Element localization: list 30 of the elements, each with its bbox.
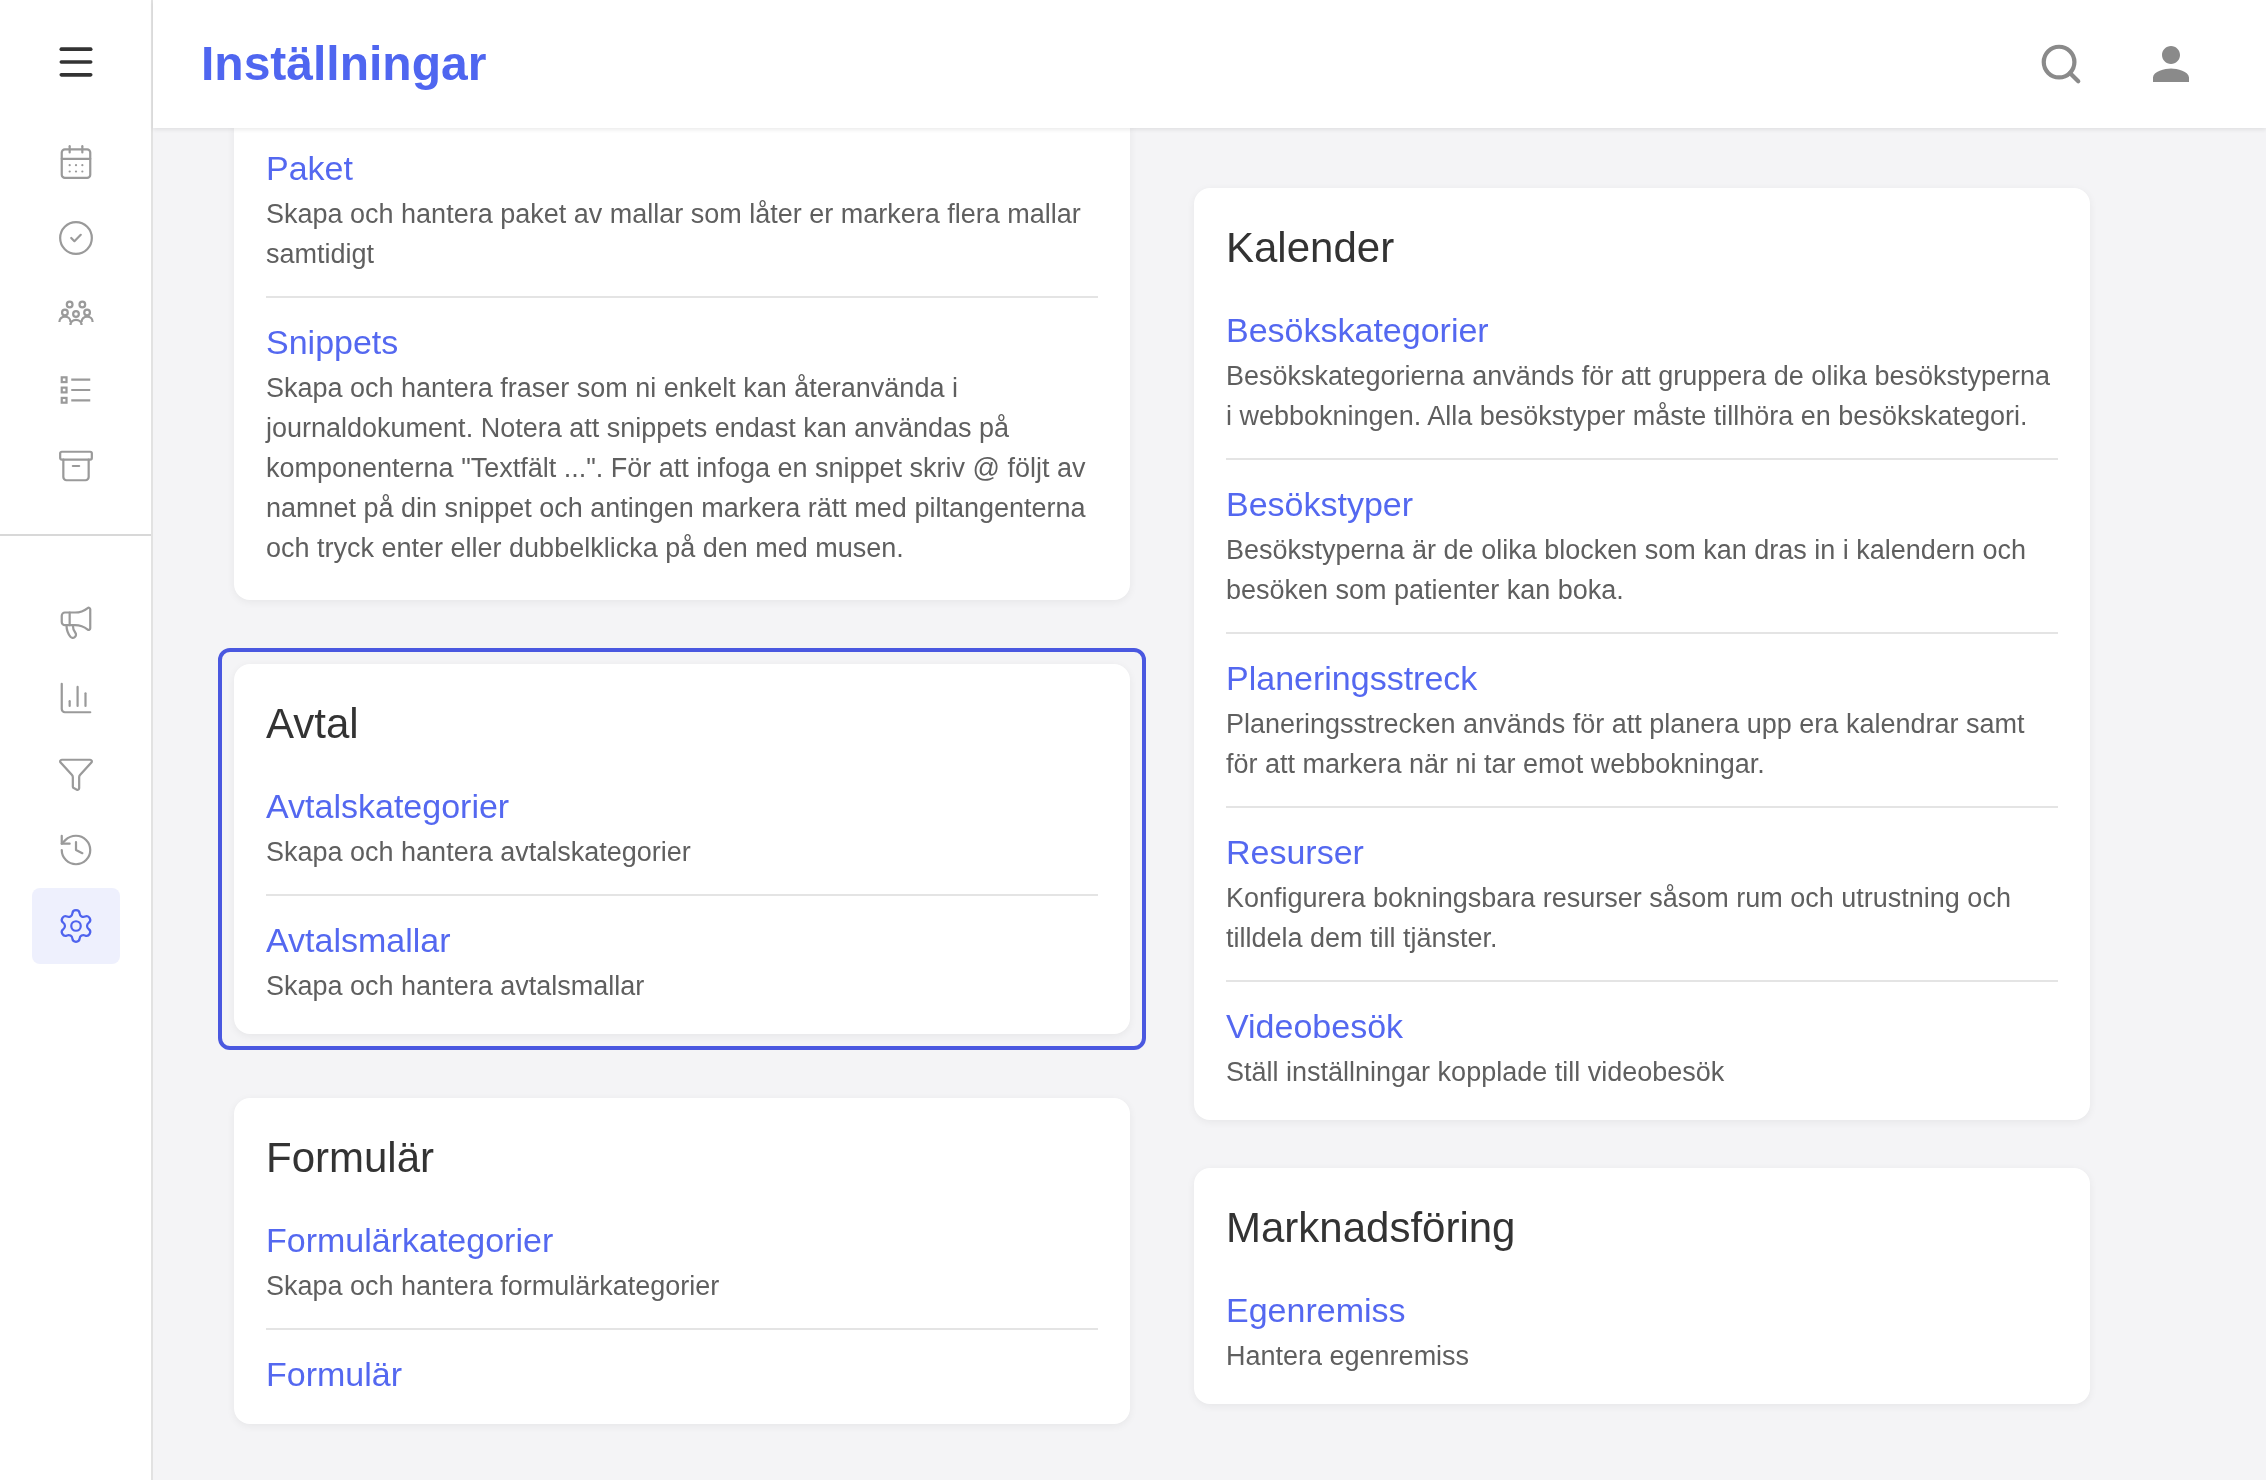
setting-description: Ställ inställningar kopplade till videobesök [1226, 1056, 1726, 1089]
setting-link[interactable]: Besökstyper [1226, 482, 2058, 526]
card-heading: Formulär [266, 1133, 436, 1183]
setting-link[interactable]: Formulär [266, 1352, 1098, 1396]
setting-description: Konfigurera bokningsbara resurser såsom rum och utrustning och tilldela dem till tjänster. [1226, 882, 2012, 955]
card-heading: Marknadsföring [1226, 1203, 1517, 1253]
setting-link[interactable]: Resurser [1226, 830, 2058, 874]
setting-description: Planeringsstrecken används för att planera upp era kalendrar samt för att markera när ni tar emot webbokningar. [1226, 708, 2026, 781]
setting-link[interactable]: Avtalsmallar [266, 918, 1098, 962]
setting-link[interactable]: Avtalskategorier [266, 784, 1098, 828]
check-circle-icon [56, 219, 95, 257]
setting-link[interactable]: Formulärkategorier [266, 1218, 1098, 1262]
setting-description: Skapa och hantera fraser som ni enkelt kan återanvända i journaldokument. Notera att snippets endast kan användas på komponenterna "Textfält ...". För att infoga en snippet skriv @ följt av namnet på din snippet och antingen markera rätt med piltangenterna och tryck enter eller dubbelklicka på den med musen. [266, 372, 1087, 565]
setting-description: Skapa och hantera formulärkategorier [266, 1270, 721, 1303]
card-heading: Kalender [1226, 223, 1396, 273]
setting-description: Skapa och hantera paket av mallar som låter er markera flera mallar samtidigt [266, 198, 1082, 271]
card-heading: Avtal [266, 699, 360, 749]
setting-description: Besökstyperna är de olika blocken som kan dras in i kalendern och besöken som patienter kan boka. [1226, 534, 2027, 607]
setting-link[interactable]: Planeringsstreck [1226, 656, 2058, 700]
nav-item[interactable] [31, 888, 120, 964]
page-title: Inställningar [201, 36, 488, 92]
setting-link[interactable]: Besökskategorier [1226, 308, 2058, 352]
setting-link[interactable]: Snippets [266, 320, 1098, 364]
setting-description: Hantera egenremiss [1226, 1340, 1471, 1373]
setting-description: Besökskategorierna används för att gruppera de olika besökstyperna i webbokningen. Alla besökstyper måste tillhöra en besökskategori. [1226, 360, 2051, 433]
setting-description: Skapa och hantera avtalsmallar [266, 970, 646, 1003]
setting-link[interactable]: Egenremiss [1226, 1288, 2058, 1332]
setting-description: Skapa och hantera avtalskategorier [266, 836, 692, 869]
setting-link[interactable]: Videobesök [1226, 1004, 2058, 1048]
setting-link[interactable]: Paket [266, 146, 1098, 190]
